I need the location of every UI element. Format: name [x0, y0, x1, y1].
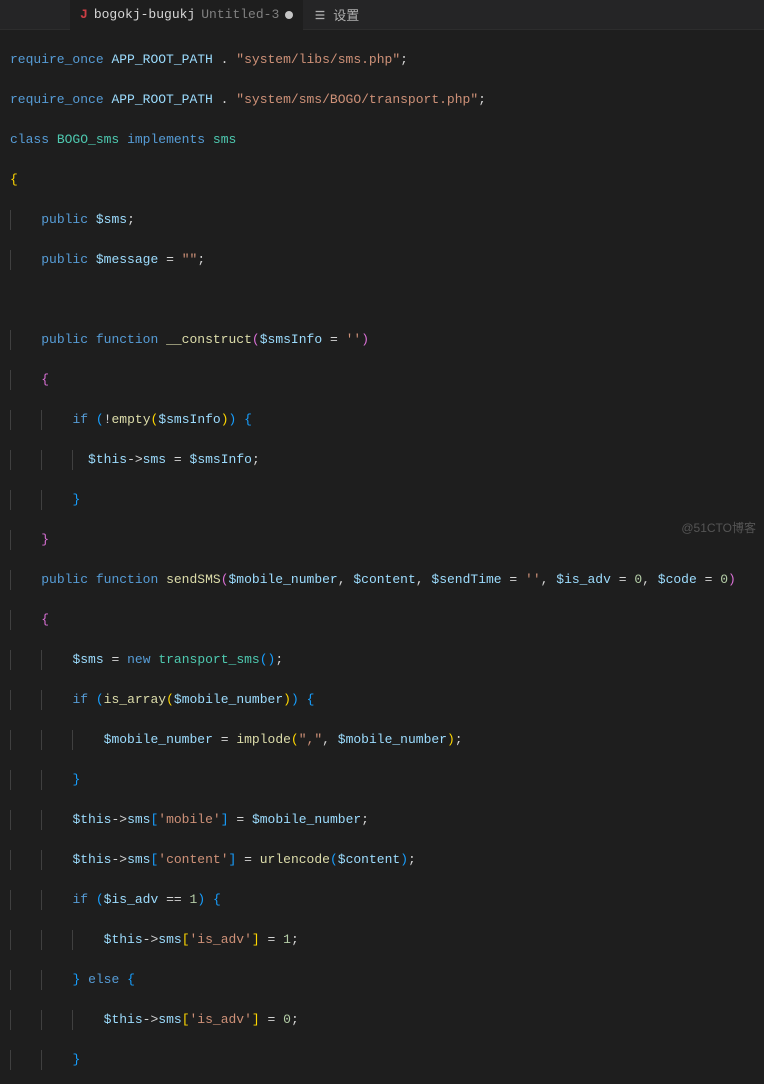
- tab-sublabel: Untitled-3: [201, 7, 279, 22]
- settings-label: 设置: [333, 5, 359, 24]
- menu-icon: [313, 8, 327, 22]
- tab-bar: J bogokj-bugukj Untitled-3 设置: [0, 0, 764, 30]
- unsaved-dot-icon: [285, 11, 293, 19]
- settings-button[interactable]: 设置: [303, 5, 369, 24]
- code-editor[interactable]: require_once APP_ROOT_PATH . "system/lib…: [0, 30, 764, 1084]
- tab-label: bogokj-bugukj: [94, 7, 195, 22]
- watermark: @51CTO博客: [681, 519, 756, 536]
- editor-tab[interactable]: J bogokj-bugukj Untitled-3: [70, 0, 303, 30]
- file-icon: J: [80, 7, 88, 22]
